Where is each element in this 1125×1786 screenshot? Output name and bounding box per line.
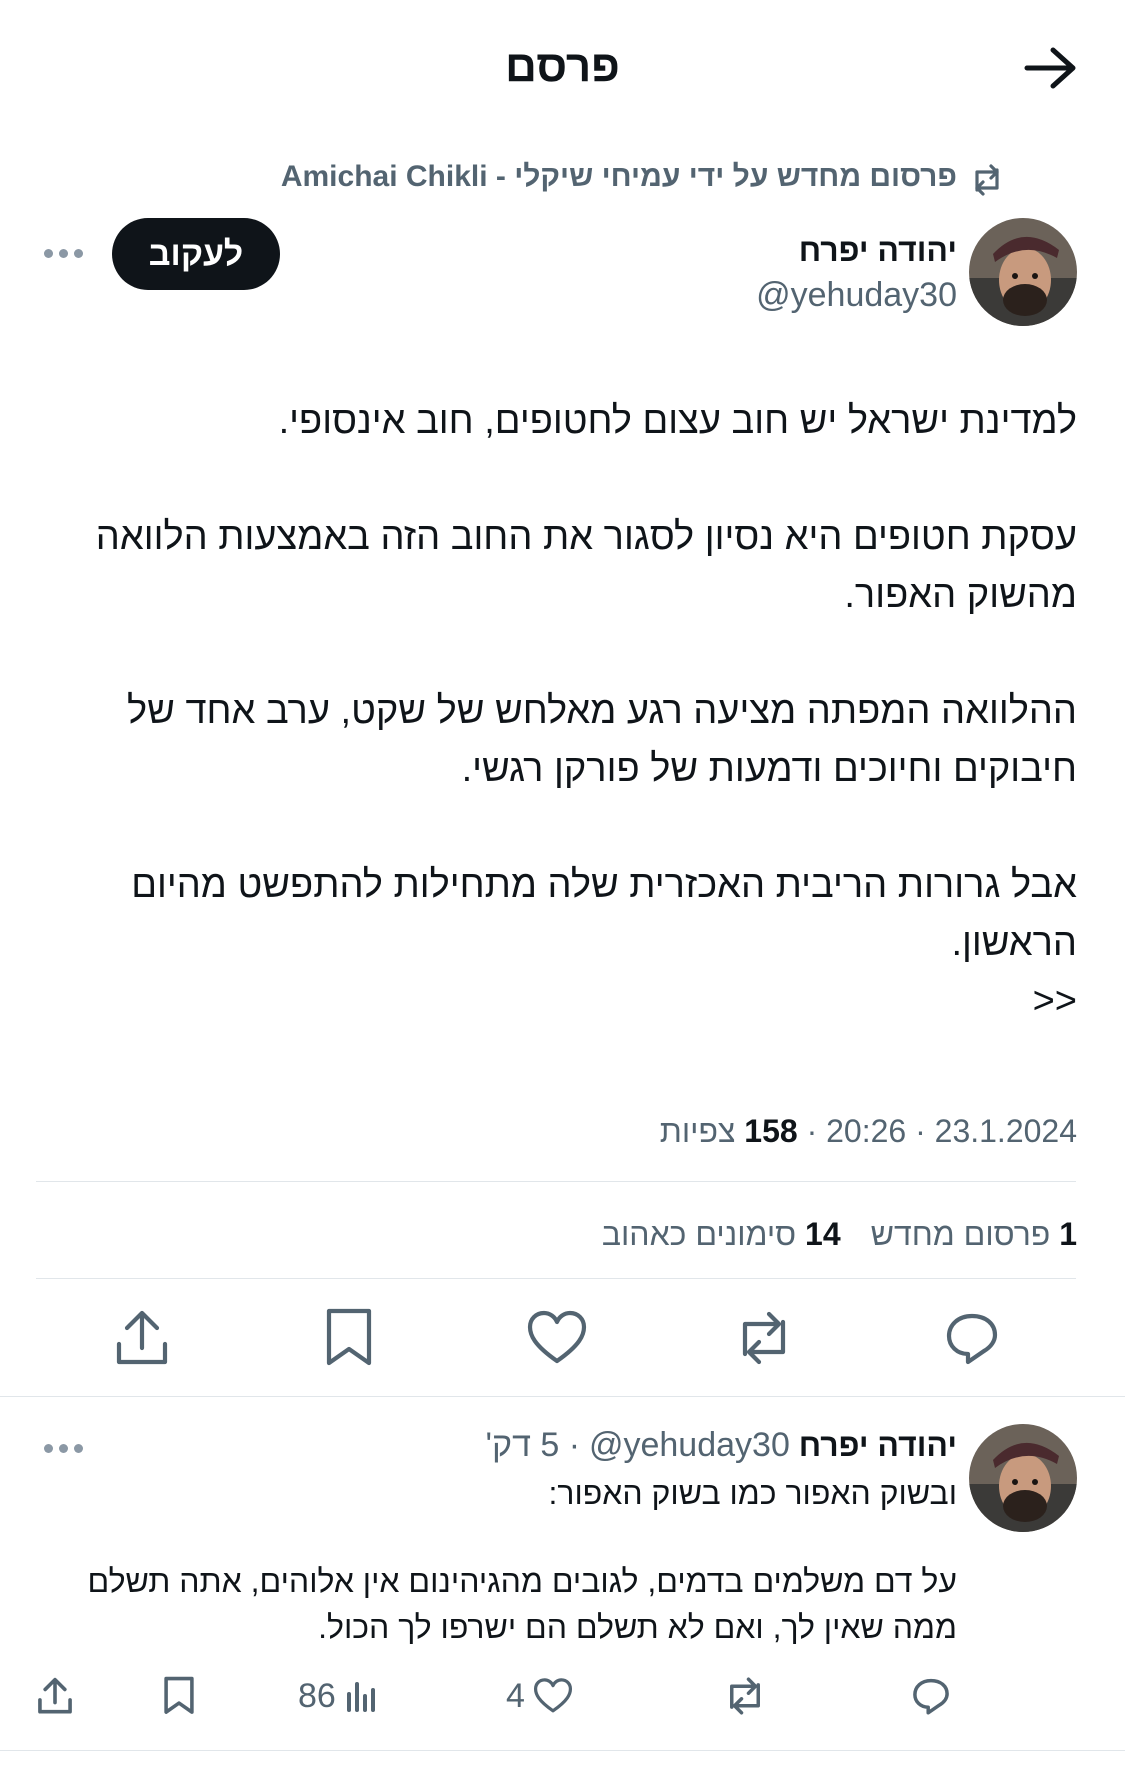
reposts-stat[interactable]: 1 פרסום מחדש: [871, 1216, 1077, 1253]
bookmark-icon: [326, 1308, 372, 1366]
reply-repost-button[interactable]: [722, 1666, 768, 1726]
back-button[interactable]: [1021, 40, 1081, 96]
heart-icon: [527, 1310, 587, 1364]
reply-button[interactable]: [932, 1298, 1012, 1378]
author-name[interactable]: יהודה יפרח: [799, 232, 957, 269]
reply-avatar[interactable]: [969, 1424, 1077, 1532]
tweet-date[interactable]: 23.1.2024: [935, 1113, 1077, 1149]
reply-like-count: 4: [506, 1676, 525, 1715]
reply-reply-button[interactable]: [910, 1666, 952, 1726]
follow-button[interactable]: לעקוב: [112, 218, 280, 290]
page-title: פרסם: [505, 42, 620, 91]
reply-icon: [946, 1313, 998, 1365]
views-count: 158: [744, 1113, 798, 1149]
reply-bookmark-button[interactable]: [162, 1666, 196, 1726]
tweet-paragraph: אבל גרורות הריבית האכזרית שלה מתחילות לה…: [131, 864, 1077, 964]
tweet-paragraph: למדינת ישראל יש חוב עצום לחטופים, חוב אי…: [278, 400, 1077, 442]
divider: [0, 1750, 1125, 1751]
repost-button[interactable]: [724, 1298, 804, 1378]
divider: [36, 1181, 1076, 1182]
reply-share-button[interactable]: [36, 1666, 74, 1726]
views-icon: [346, 1682, 375, 1712]
reply-time[interactable]: 5 דק': [486, 1426, 560, 1464]
more-options-button[interactable]: [35, 238, 91, 268]
divider: [0, 1396, 1125, 1397]
divider: [36, 1278, 1076, 1279]
views-label: צפיות: [659, 1113, 736, 1149]
tweet-paragraph: ההלוואה המפתה מציעה רגע מאלחש של שקט, ער…: [127, 690, 1077, 790]
repost-icon: [975, 164, 999, 196]
bookmark-icon: [164, 1676, 194, 1714]
tweet-paragraph: >>: [1032, 980, 1077, 1022]
reply-icon: [913, 1678, 949, 1715]
repost-context[interactable]: פרסום מחדש על ידי עמיחי שיקלי - Amichai …: [281, 160, 957, 194]
avatar[interactable]: [969, 218, 1077, 326]
reply-more-options-button[interactable]: [35, 1433, 91, 1463]
more-icon: [43, 1443, 53, 1453]
more-icon-dot: [73, 248, 83, 258]
tweet-meta: 23.1.2024 · 20:26 · 158 צפיות: [659, 1113, 1077, 1149]
author-handle[interactable]: @yehuday30: [756, 276, 957, 315]
like-button[interactable]: [517, 1298, 597, 1378]
repost-icon: [730, 1677, 760, 1715]
tweet-text: למדינת ישראל יש חוב עצום לחטופים, חוב אי…: [37, 392, 1077, 1030]
heart-icon: [533, 1678, 572, 1713]
more-icon-dot: [73, 1443, 83, 1453]
avatar-image: [969, 218, 1077, 326]
reply-text: ובשוק האפור כמו בשוק האפור: על דם משלמים…: [57, 1470, 957, 1650]
more-icon-dot: [58, 1443, 68, 1453]
reply-author-name[interactable]: יהודה יפרח: [799, 1427, 957, 1463]
reply-like-button[interactable]: 4: [506, 1666, 573, 1726]
bookmark-button[interactable]: [309, 1298, 389, 1378]
reply-paragraph: ובשוק האפור כמו בשוק האפור:: [548, 1475, 957, 1511]
tweet-paragraph: עסקת חטופים היא נסיון לסגור את החוב הזה …: [95, 516, 1077, 616]
more-icon: [43, 248, 53, 258]
reply-views-button[interactable]: 86: [298, 1666, 380, 1726]
share-button[interactable]: [102, 1298, 182, 1378]
reply-author-handle[interactable]: @yehuday30: [589, 1426, 790, 1464]
top-bar: פרסם: [0, 0, 1125, 135]
reply-views-count: 86: [298, 1676, 336, 1715]
share-icon: [116, 1310, 168, 1365]
avatar-image: [969, 1424, 1077, 1532]
reply-paragraph: על דם משלמים בדמים, לגובים מהגיהינום אין…: [87, 1563, 957, 1645]
tweet-time[interactable]: 20:26: [826, 1113, 906, 1149]
repost-icon: [742, 1311, 786, 1365]
share-icon: [38, 1677, 72, 1714]
arrow-right-icon: [1024, 47, 1076, 89]
reply-header: יהודה יפרח @yehuday30 · 5 דק': [485, 1426, 957, 1464]
likes-stat[interactable]: 14 סימונים כאהוב: [602, 1216, 841, 1253]
more-icon-dot: [58, 248, 68, 258]
tweet-stats: 1 פרסום מחדש 14 סימונים כאהוב: [602, 1216, 1077, 1253]
